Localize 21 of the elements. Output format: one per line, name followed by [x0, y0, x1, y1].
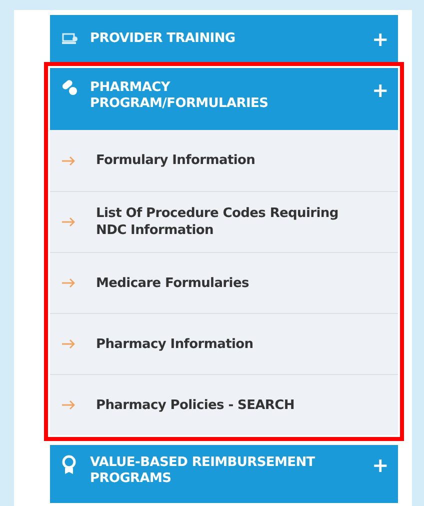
- menu-title: PHARMACY PROGRAM/FORMULARIES: [90, 80, 270, 112]
- menu-title: PROVIDER TRAINING: [90, 30, 236, 46]
- submenu-link[interactable]: Pharmacy Information: [96, 336, 254, 352]
- arrow-icon: [62, 400, 76, 410]
- menu-header[interactable]: PROVIDER TRAINING +: [50, 15, 398, 62]
- menu-header[interactable]: PHARMACY PROGRAM/FORMULARIES +: [50, 68, 398, 130]
- arrow-icon: [62, 278, 76, 288]
- arrow-icon: [62, 339, 76, 349]
- expand-toggle[interactable]: +: [372, 80, 386, 100]
- submenu-link[interactable]: Pharmacy Policies - SEARCH: [96, 396, 294, 414]
- expand-toggle[interactable]: +: [372, 28, 386, 48]
- menu-header[interactable]: VALUE-BASED REIMBURSEMENT PROGRAMS +: [50, 445, 398, 503]
- menu-title: VALUE-BASED REIMBURSEMENT PROGRAMS: [90, 455, 316, 487]
- pills-icon: [62, 80, 78, 96]
- award-icon: [62, 455, 76, 475]
- arrow-icon: [62, 217, 76, 227]
- monitor-icon: [62, 32, 78, 44]
- arrow-icon: [62, 156, 76, 166]
- expand-toggle[interactable]: +: [372, 455, 386, 475]
- submenu-link[interactable]: Medicare Formularies: [96, 274, 249, 292]
- submenu-link[interactable]: Formulary Information: [96, 152, 256, 169]
